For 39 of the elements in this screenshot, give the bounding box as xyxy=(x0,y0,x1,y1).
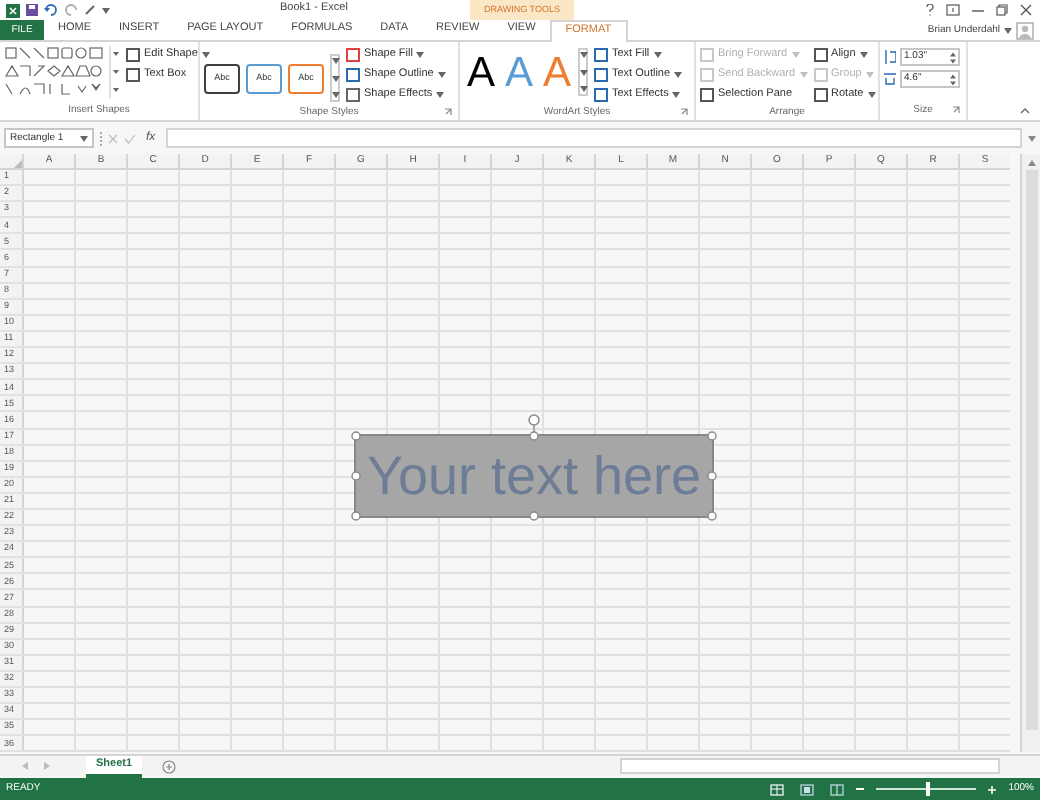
caret-icon xyxy=(102,7,110,13)
restore-icon[interactable] xyxy=(996,4,1008,16)
vertical-scrollbar[interactable] xyxy=(1020,154,1040,753)
caret-icon xyxy=(331,75,339,81)
caret-icon xyxy=(331,58,339,64)
horizontal-scrollbar[interactable] xyxy=(620,758,1000,775)
caret-icon xyxy=(80,135,88,141)
formula-input-field[interactable] xyxy=(165,128,1022,148)
undo-icon[interactable] xyxy=(44,4,58,16)
wordart-style-preset[interactable]: A xyxy=(464,46,498,98)
caret-icon xyxy=(331,92,339,98)
caret-icon xyxy=(579,69,587,75)
dialog-launcher-icon[interactable] xyxy=(680,108,688,116)
scroll-up-icon[interactable] xyxy=(1027,160,1035,166)
help-icon[interactable] xyxy=(926,4,934,16)
shapes-gallery[interactable] xyxy=(4,46,120,98)
caret-icon xyxy=(579,52,587,58)
close-icon[interactable] xyxy=(1020,4,1032,16)
add-sheet-icon[interactable] xyxy=(162,759,177,774)
normal-view-icon[interactable] xyxy=(770,783,785,795)
caret-icon xyxy=(579,86,587,92)
gallery-scrollbar[interactable] xyxy=(578,48,588,96)
minimize-icon[interactable] xyxy=(972,4,984,16)
page-break-icon[interactable] xyxy=(830,783,845,795)
collapse-ribbon-icon[interactable] xyxy=(1020,108,1030,114)
save-icon[interactable] xyxy=(26,4,38,16)
page-layout-icon[interactable] xyxy=(800,783,815,795)
gallery-scrollbar[interactable] xyxy=(330,54,340,102)
ribbon-display-icon[interactable] xyxy=(946,4,960,16)
dialog-launcher-icon[interactable] xyxy=(952,106,960,114)
expand-icon[interactable] xyxy=(1028,135,1036,141)
redo-icon[interactable] xyxy=(64,4,78,16)
selection-handles-drawing[interactable] xyxy=(350,412,718,522)
zoom-slider-thumb[interactable] xyxy=(926,782,931,796)
spinner-icon[interactable] xyxy=(950,73,956,85)
dialog-launcher-icon[interactable] xyxy=(444,108,452,116)
zoom-in-icon[interactable] xyxy=(988,785,997,793)
spinner-icon[interactable] xyxy=(950,51,956,63)
caret-icon xyxy=(1004,27,1012,33)
